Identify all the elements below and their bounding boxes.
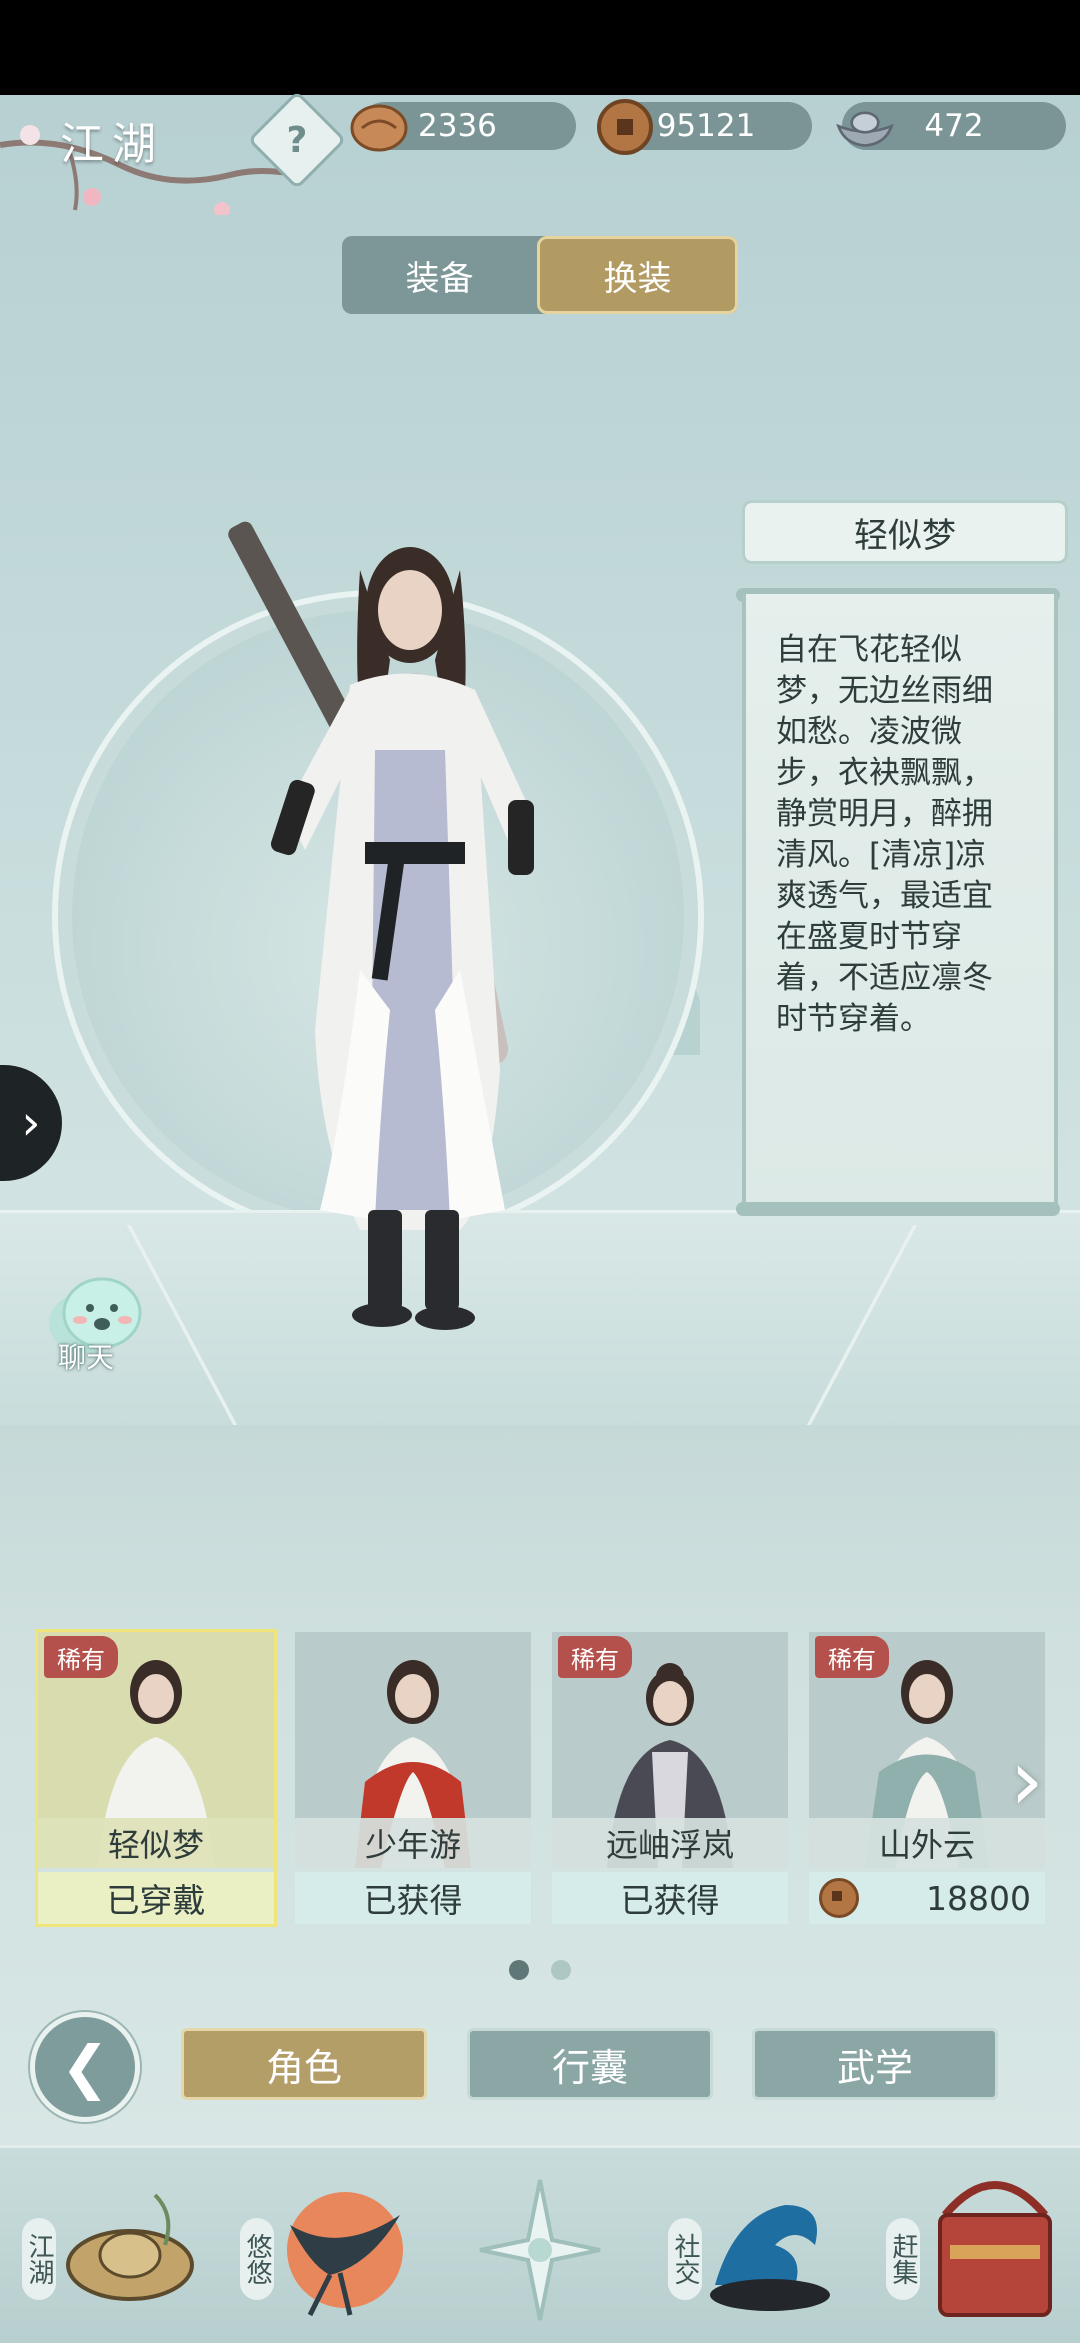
tab-equipment[interactable]: 装备 [342, 236, 537, 314]
copper-coin-icon [819, 1878, 859, 1918]
back-arrow-icon: ❮ [60, 2033, 110, 2101]
character-button[interactable]: 角色 [181, 2028, 427, 2100]
nav-label-market: 赶集 [886, 2218, 920, 2300]
swallow-icon [287, 2192, 403, 2317]
outfit-description: 自在飞花轻似梦，无边丝雨细如愁。凌波微步，衣袂飘飘，静赏明月，醉拥清风。[清凉]… [776, 632, 993, 1037]
rare-badge: 稀有 [815, 1636, 889, 1678]
nav-label-jianghu: 江湖 [22, 2218, 56, 2300]
outfit-card[interactable]: 稀有 远岫浮岚 已获得 [552, 1632, 788, 1924]
compass-star-icon [479, 2179, 601, 2321]
currency-bun-value: 2336 [418, 108, 497, 144]
next-page-arrow[interactable]: › [1010, 1730, 1066, 1830]
pager-dot-active [509, 1960, 529, 1980]
chat-label: 聊天 [58, 1341, 115, 1374]
bun-icon [350, 104, 408, 152]
nav-label-social: 社交 [668, 2218, 702, 2300]
question-icon: ? [286, 119, 308, 161]
status-bar [0, 0, 1080, 95]
outfit-name-plaque: 轻似梦 [742, 500, 1068, 564]
outfit-card-name: 远岫浮岚 [552, 1818, 788, 1868]
equip-tabs: 装备 换装 [342, 236, 738, 314]
outfit-card-status: 已获得 [295, 1872, 531, 1924]
outfit-card-price-value: 18800 [926, 1878, 1031, 1918]
copper-coin-icon [597, 99, 653, 155]
outfit-card[interactable]: 稀有 轻似梦 已穿戴 [35, 1629, 277, 1927]
outfit-card-status: 已获得 [552, 1872, 788, 1924]
basket-icon [938, 2181, 1052, 2317]
rare-badge: 稀有 [558, 1636, 632, 1678]
nav-label-youyou: 悠悠 [240, 2218, 274, 2300]
rare-badge: 稀有 [44, 1636, 118, 1678]
region-title: 江湖 [60, 119, 164, 170]
outfit-card-name: 轻似梦 [38, 1818, 274, 1868]
outfit-card[interactable]: 少年游 已获得 [295, 1632, 531, 1924]
back-button[interactable]: ❮ [30, 2012, 140, 2122]
tab-wardrobe[interactable]: 换装 [537, 236, 738, 314]
pager-dot [551, 1960, 571, 1980]
outfit-card-price: 18800 [809, 1872, 1045, 1924]
outfit-card-name: 少年游 [295, 1818, 531, 1868]
character-model [228, 521, 534, 1330]
outfit-card-status: 已穿戴 [38, 1872, 274, 1924]
chevron-right-icon: › [21, 1095, 41, 1151]
wave-icon [710, 2205, 830, 2311]
inventory-button[interactable]: 行囊 [467, 2028, 713, 2100]
silver-ingot-icon [836, 111, 894, 147]
martial-arts-button[interactable]: 武学 [752, 2028, 998, 2100]
straw-hat-icon [66, 2193, 194, 2301]
